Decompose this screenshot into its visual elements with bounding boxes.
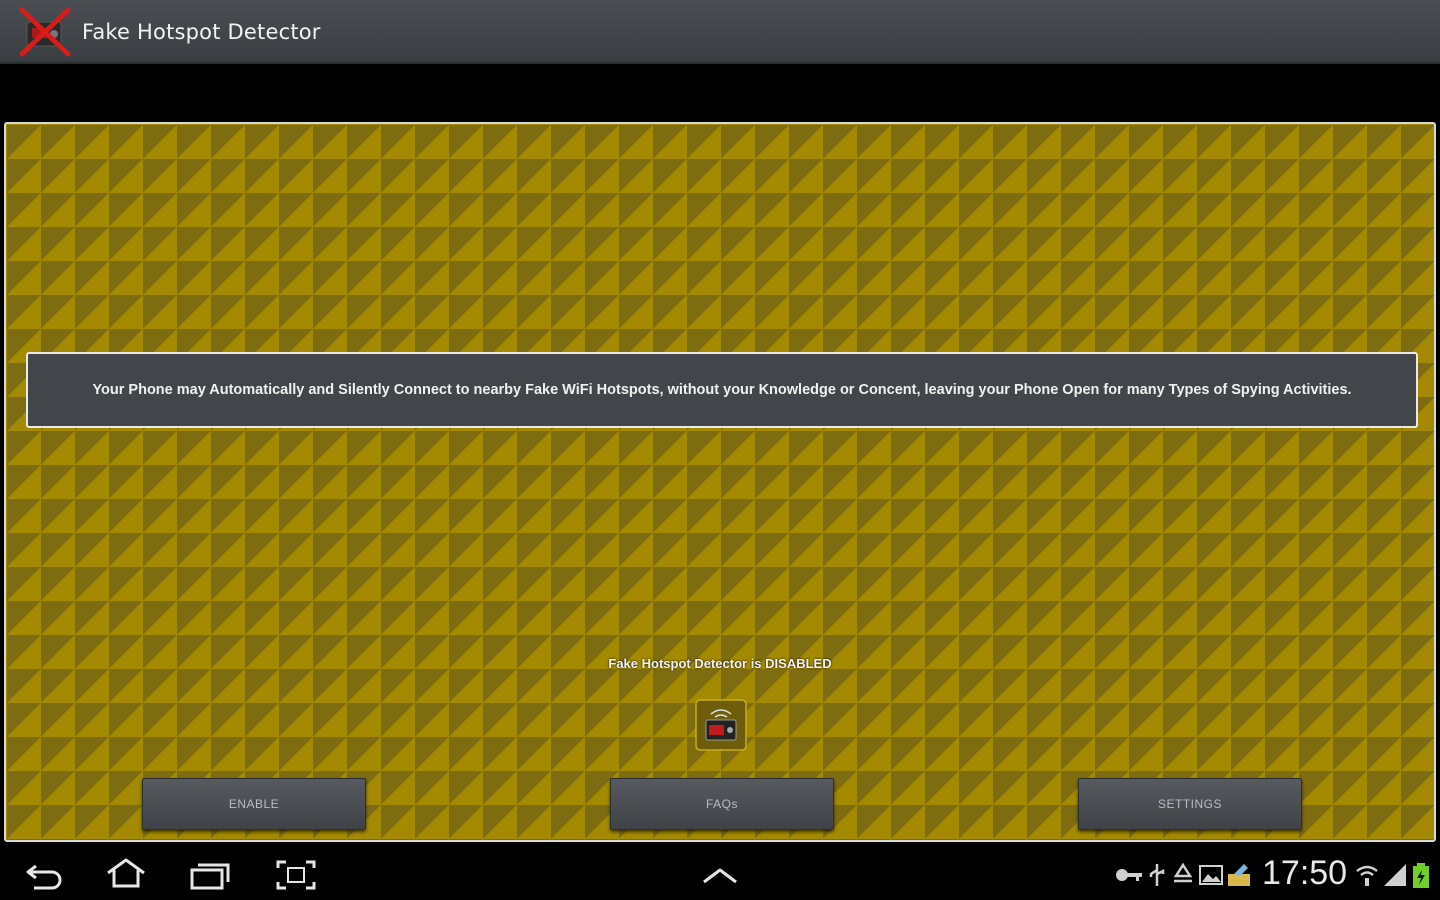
- signal-icon: [1384, 864, 1406, 886]
- screenshot-icon[interactable]: [274, 858, 318, 892]
- status-clock: 17:50: [1262, 854, 1348, 892]
- action-bar: Fake Hotspot Detector: [0, 0, 1440, 64]
- app-logo-crossed-icon[interactable]: [18, 6, 72, 58]
- warning-banner-text: Your Phone may Automatically and Silentl…: [92, 382, 1352, 398]
- content-panel: Your Phone may Automatically and Silentl…: [4, 122, 1436, 842]
- app-root: Fake Hotspot Detector Your Phone may Aut…: [0, 0, 1440, 900]
- battery-icon: [1413, 863, 1429, 888]
- notification-icon: [1228, 864, 1250, 886]
- usb-icon: [1149, 864, 1165, 886]
- recent-apps-icon[interactable]: [188, 858, 232, 892]
- detector-status-icon: [695, 699, 747, 751]
- settings-button[interactable]: SETTINGS: [1078, 778, 1302, 830]
- recycle-icon: [1173, 862, 1193, 883]
- app-title: Fake Hotspot Detector: [82, 20, 321, 44]
- back-icon[interactable]: [22, 858, 66, 892]
- gallery-icon: [1199, 865, 1223, 885]
- key-icon: [1116, 869, 1142, 881]
- detector-status-text: Fake Hotspot Detector is DISABLED: [608, 656, 832, 671]
- chevron-up-icon[interactable]: [698, 860, 742, 894]
- enable-button[interactable]: ENABLE: [142, 778, 366, 830]
- faqs-button[interactable]: FAQs: [610, 778, 834, 830]
- wifi-icon: [1356, 865, 1378, 886]
- home-icon[interactable]: [104, 856, 148, 890]
- warning-banner: Your Phone may Automatically and Silentl…: [26, 352, 1418, 428]
